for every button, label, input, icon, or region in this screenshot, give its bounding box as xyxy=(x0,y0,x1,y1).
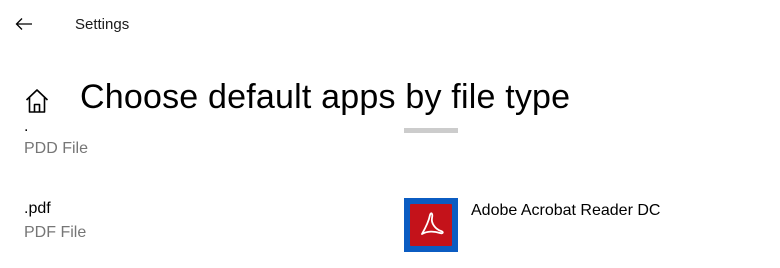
adobe-acrobat-icon xyxy=(410,204,452,246)
home-icon xyxy=(25,89,49,113)
file-description: PDF File xyxy=(24,224,87,241)
page-title: Choose default apps by file type xyxy=(80,78,571,116)
default-app-button[interactable] xyxy=(404,198,458,252)
file-extension: . xyxy=(24,128,28,136)
app-title: Settings xyxy=(75,16,130,33)
settings-window: Settings Choose default apps by file typ… xyxy=(0,0,780,268)
file-type-row: . PDD File xyxy=(0,128,780,166)
file-type-row: .pdf PDF File Adobe Acrobat Reader DC xyxy=(0,196,780,256)
file-description: PDD File xyxy=(24,140,89,157)
file-type-list: . PDD File .pdf PDF File Adobe Acrobat R… xyxy=(0,128,780,268)
back-button[interactable] xyxy=(10,10,38,38)
app-name[interactable]: Adobe Acrobat Reader DC xyxy=(471,202,660,220)
back-arrow-icon xyxy=(15,18,32,30)
file-extension: .pdf xyxy=(24,200,51,217)
choose-default-button[interactable] xyxy=(404,128,458,133)
